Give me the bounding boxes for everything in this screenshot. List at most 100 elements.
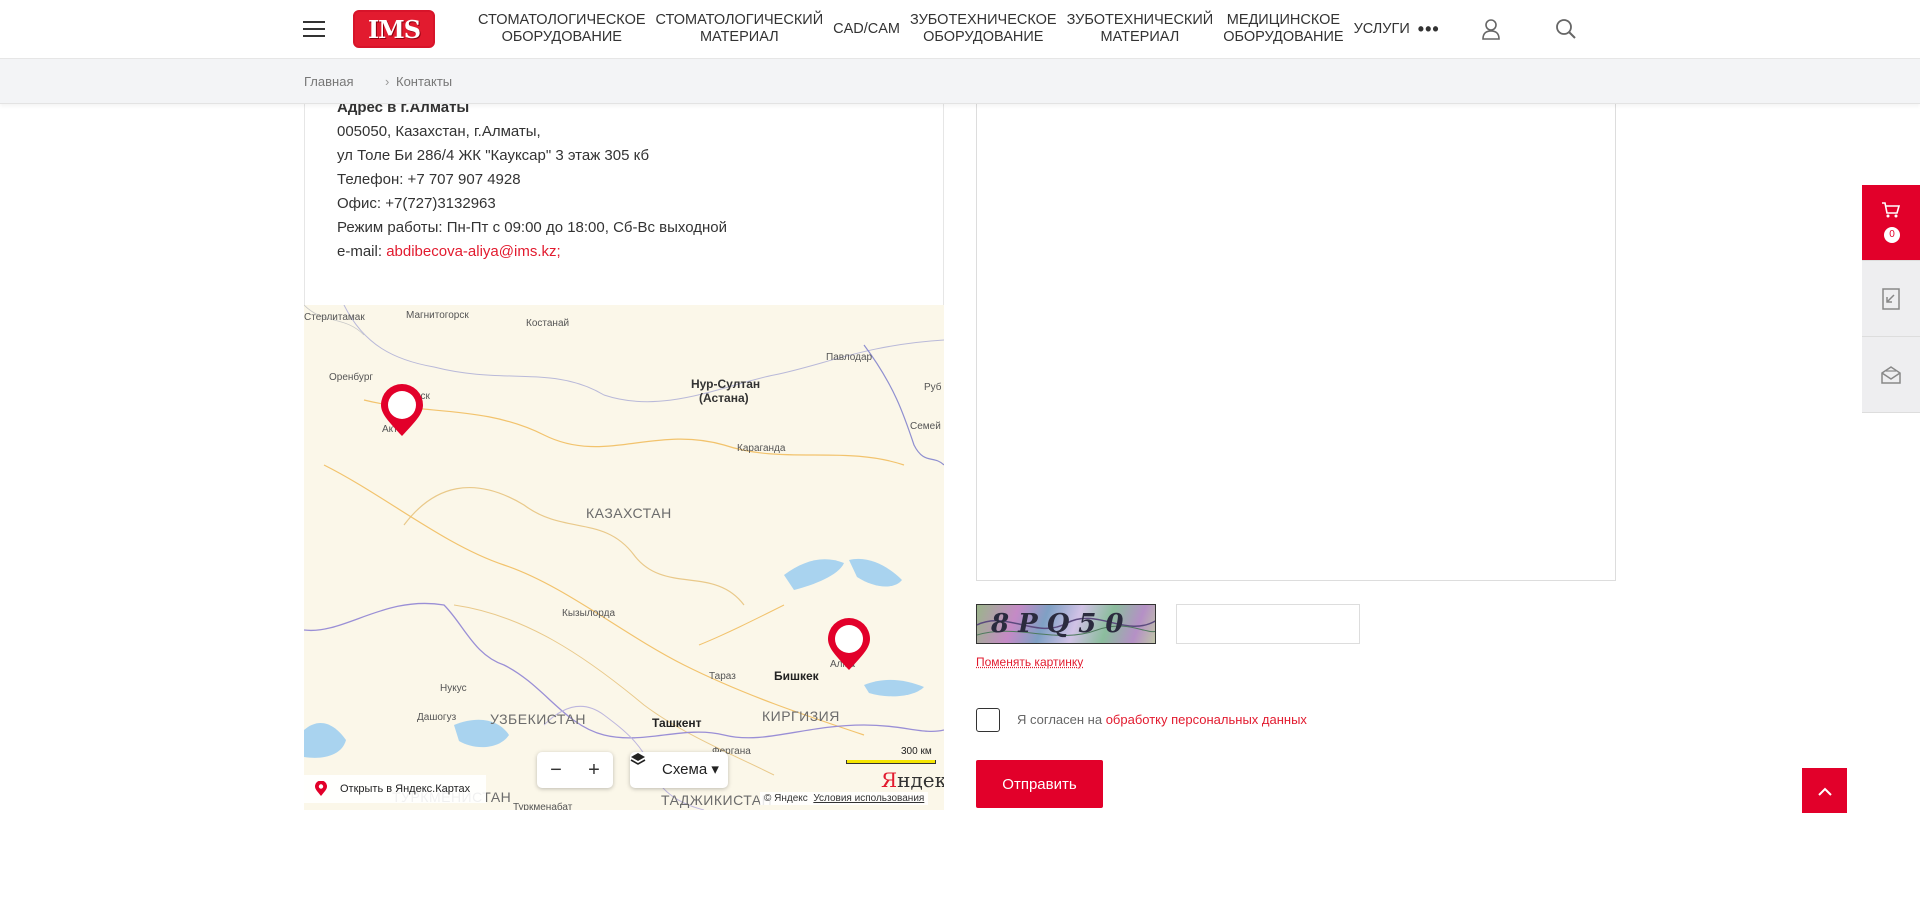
map-scale-bar [846,760,936,764]
nav-label: УСЛУГИ [1353,20,1410,37]
email-row: e-mail: abdibecova-aliya@ims.kz; [337,240,727,264]
captcha-text: 8PQ50 [991,609,1133,639]
compare-button[interactable] [1862,261,1920,337]
open-in-yandex-label: Открыть в Яндекс.Картах [340,783,471,795]
layers-icon [630,753,646,765]
search-icon[interactable] [1555,18,1577,40]
nav-label: ОБОРУДОВАНИЕ [501,29,622,45]
office-phone-text: Офис: +7(727)3132963 [337,195,496,212]
nav-services[interactable]: УСЛУГИ [1354,21,1410,38]
cart-count-badge: 0 [1884,227,1900,243]
map-label: Дашогуз [417,712,457,723]
nav-dental-equipment[interactable]: СТОМАТОЛОГИЧЕСКОЕ ОБОРУДОВАНИЕ [478,12,646,46]
nav-label: ЗУБОТЕХНИЧЕСКОЕ [910,12,1057,28]
map-label: Тараз [709,671,736,682]
zoom-out-button[interactable]: − [537,752,575,788]
nav-label: СТОМАТОЛОГИЧЕСКИЙ [655,12,824,28]
copyright-text: © Яндекс [764,793,808,804]
map-label: Руб [924,382,942,393]
nav-label: МАТЕРИАЛ [1100,29,1180,45]
map-layer-label: Схема ▾ [662,761,719,778]
nav-label: ОБОРУДОВАНИЕ [1223,29,1344,45]
yandex-logo-rest: ндекс [897,768,944,792]
yandex-logo: Яндекс [881,768,944,792]
nav-lab-material[interactable]: ЗУБОТЕХНИЧЕСКИЙ МАТЕРИАЛ [1067,12,1214,46]
nav-lab-equipment[interactable]: ЗУБОТЕХНИЧЕСКОЕ ОБОРУДОВАНИЕ [910,12,1057,46]
map-pin-aktobe-icon[interactable] [379,384,425,438]
nav-cad-cam[interactable]: CAD/CAM [833,21,900,38]
compare-icon [1882,287,1900,310]
nav-label: ОБОРУДОВАНИЕ [923,29,1044,45]
map-terrain [304,305,944,810]
map-label: Нукус [440,683,467,694]
menu-burger-icon[interactable] [303,21,325,37]
nav-label: СТОМАТОЛОГИЧЕСКОЕ [478,12,646,28]
map-label: Нур-Султан [691,377,761,391]
nav-label: ЗУБОТЕХНИЧЕСКИЙ [1066,12,1214,28]
yandex-logo-y: Я [881,768,898,792]
map-copyright: © Яндекс Условия использования [760,792,929,805]
captcha-image: 8PQ50 [976,604,1156,644]
yandex-map[interactable]: Стерлитамак Магнитогорск Костанай Павлод… [304,305,944,810]
email-link[interactable]: abdibecova-aliya@ims.kz; [386,243,560,260]
message-button[interactable] [1862,337,1920,413]
nav-dental-material[interactable]: СТОМАТОЛОГИЧЕСКИЙ МАТЕРИАЛ [656,12,824,46]
captcha-refresh-link[interactable]: Поменять картинку [976,655,1083,669]
map-marker-icon [315,781,327,796]
map-label: Семей [910,421,941,432]
zoom-in-button[interactable]: + [575,752,613,788]
submit-button[interactable]: Отправить [976,760,1103,808]
site-header: IMS СТОМАТОЛОГИЧЕСКОЕ ОБОРУДОВАНИЕ СТОМАТ… [0,0,1920,59]
address-line: ул Толе Би 286/4 ЖК "Кауксар" 3 этаж 305… [337,147,650,164]
phone-text: Телефон: +7 707 907 4928 [337,171,521,188]
user-icon[interactable] [1480,18,1502,40]
map-label: ТАДЖИКИСТАН [661,792,773,808]
map-label: Павлодар [826,352,873,363]
terms-of-use-link[interactable]: Условия использования [813,793,924,804]
breadcrumb: Главная › Контакты [0,59,1920,104]
contact-info: Адрес в г.Алматы 005050, Казахстан, г.Ал… [337,96,727,264]
open-in-yandex-maps-link[interactable]: Открыть в Яндекс.Картах [304,775,486,803]
cart-icon [1882,202,1901,218]
map-label: УЗБЕКИСТАН [490,711,586,727]
consent-checkbox[interactable] [976,708,1000,732]
personal-data-link[interactable]: обработку персональных данных [1106,712,1307,727]
map-label: Караганда [737,443,786,454]
map-layer-button[interactable]: Схема ▾ [630,752,728,788]
nav-label: CAD/CAM [833,20,900,37]
breadcrumb-current: Контакты [396,74,453,89]
address-line: 005050, Казахстан, г.Алматы, [337,123,541,140]
cart-button[interactable]: 0 [1862,185,1920,261]
mail-icon [1881,365,1901,384]
work-hours-text: Режим работы: Пн-Пт с 09:00 до 18:00, Сб… [337,219,728,236]
map-label: Ташкент [652,716,702,730]
map-label: Оренбург [329,372,374,383]
nav-more-icon[interactable]: ••• [1418,19,1440,40]
map-pin-almaty-icon[interactable] [826,618,872,672]
message-textarea[interactable] [976,80,1616,581]
map-label: Туркменабат [513,802,573,810]
map-label: КИРГИЗИЯ [762,708,840,724]
logo-text: IMS [367,14,421,44]
map-scale-label: 300 км [901,746,932,757]
breadcrumb-home-link[interactable]: Главная [304,74,353,89]
map-label: КАЗАХСТАН [586,505,672,521]
chevron-up-icon [1817,787,1832,796]
consent-text: Я согласен на [1017,712,1106,727]
captcha-input[interactable] [1176,604,1360,644]
map-zoom-control: − + [537,752,613,788]
map-label: Бишкек [774,669,819,683]
nav-label: МАТЕРИАЛ [699,29,779,45]
map-label: Костанай [526,318,570,329]
breadcrumb-separator: › [385,74,390,89]
email-label: e-mail: [337,243,387,260]
main-nav: СТОМАТОЛОГИЧЕСКОЕ ОБОРУДОВАНИЕ СТОМАТОЛОГ… [478,0,1440,58]
nav-medical-equipment[interactable]: МЕДИЦИНСКОЕ ОБОРУДОВАНИЕ [1223,12,1343,46]
map-label: Магнитогорск [406,310,469,321]
scroll-to-top-button[interactable] [1802,768,1847,813]
consent-label: Я согласен на обработку персональных дан… [1017,712,1307,727]
map-label: Кызылорда [562,608,616,619]
nav-label: МЕДИЦИНСКОЕ [1226,12,1341,28]
map-label: (Астана) [699,391,749,405]
ims-logo[interactable]: IMS [353,10,435,48]
